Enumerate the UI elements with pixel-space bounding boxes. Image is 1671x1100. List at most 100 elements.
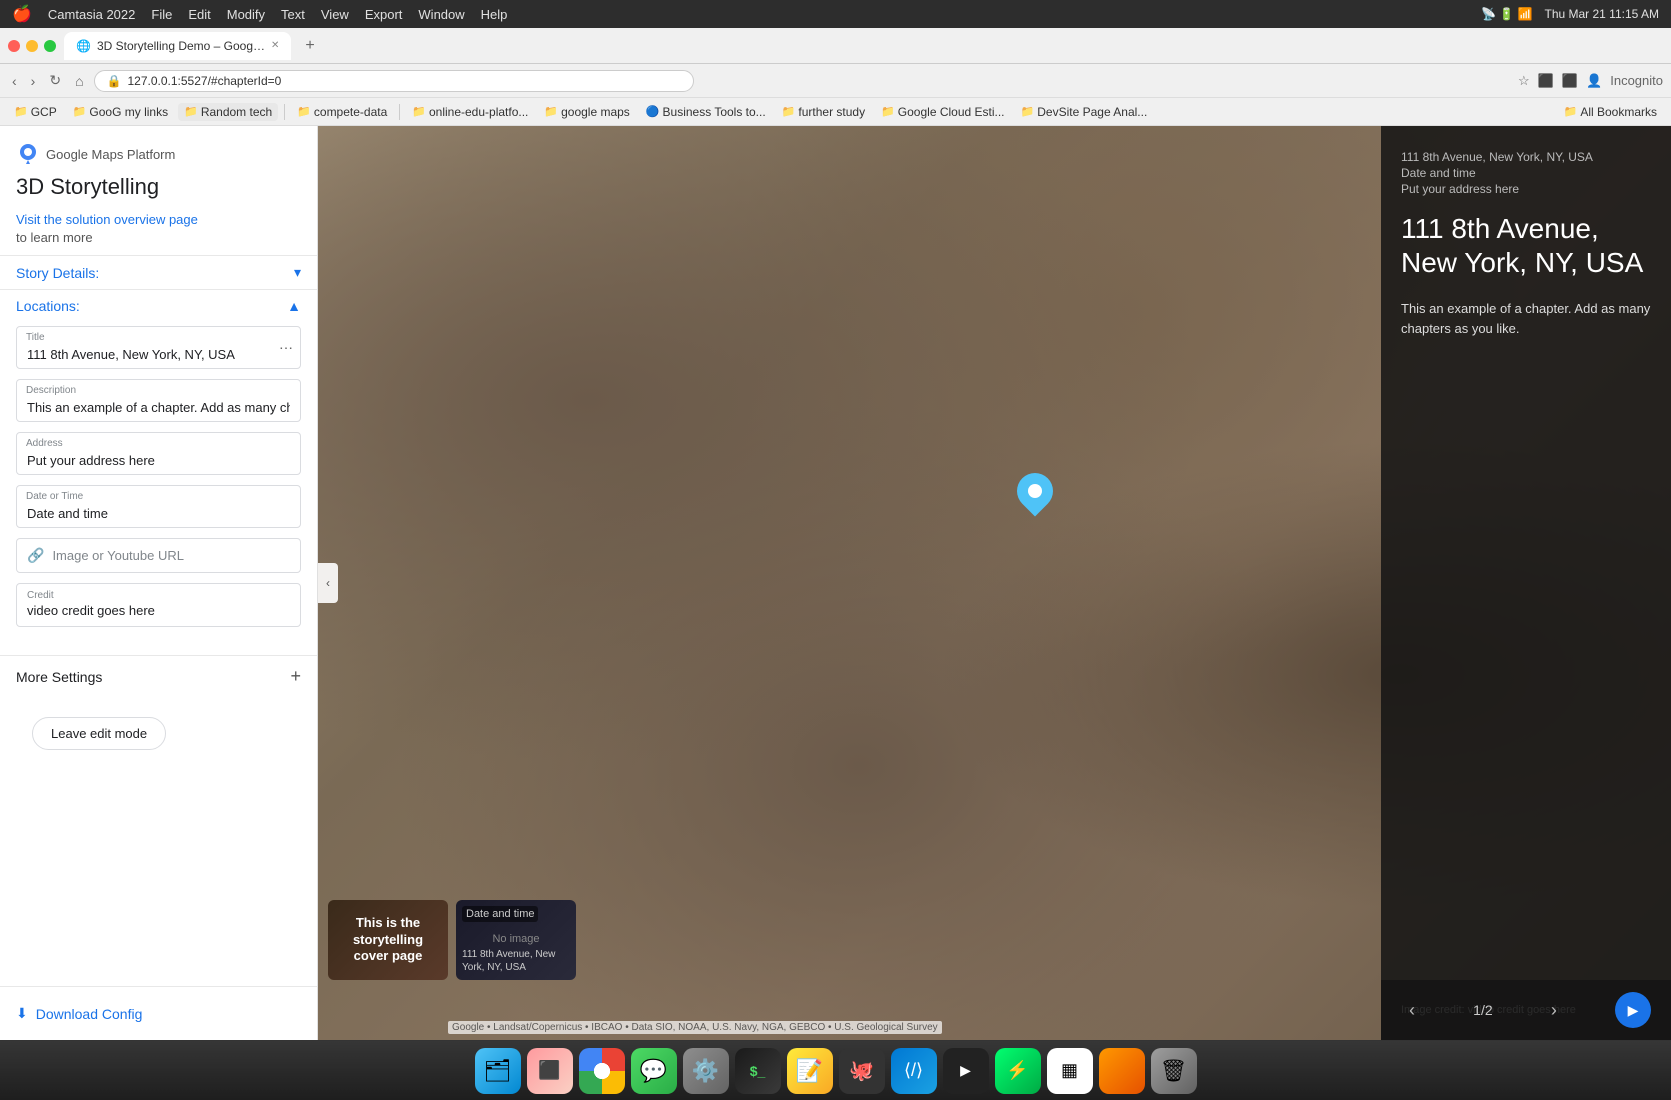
- leave-edit-mode-button[interactable]: Leave edit mode: [32, 717, 166, 750]
- thumbnail-date-label: Date and time: [462, 906, 538, 922]
- bookmark-label: Google Cloud Esti...: [898, 105, 1005, 119]
- page-title: 3D Storytelling: [16, 174, 301, 200]
- bookmark-devsite[interactable]: 📁 DevSite Page Anal...: [1015, 103, 1154, 121]
- dock-trash-icon[interactable]: 🗑: [1151, 1048, 1197, 1094]
- dock-chrome-icon[interactable]: [579, 1048, 625, 1094]
- more-settings-plus-icon[interactable]: +: [290, 666, 301, 687]
- bookmark-google-maps[interactable]: 📁 google maps: [538, 103, 635, 121]
- dock-settings-icon[interactable]: ⚙️: [683, 1048, 729, 1094]
- title-options-icon[interactable]: ⋯: [279, 339, 293, 356]
- panel-header: Google Maps Platform 3D Storytelling Vis…: [0, 126, 317, 255]
- map-area[interactable]: ‹ 111 8th Avenue, New York, NY, USA Date…: [318, 126, 1671, 1040]
- download-icon: ⬇: [16, 1005, 28, 1022]
- date-time-label: Date or Time: [26, 491, 83, 502]
- info-location-label: 111 8th Avenue, New York, NY, USA: [1401, 150, 1651, 164]
- dock-vscode-icon[interactable]: ⟨/⟩: [891, 1048, 937, 1094]
- info-address-large: 111 8th Avenue, New York, NY, USA: [1401, 212, 1651, 279]
- mac-menubar: 🍎 Camtasia 2022 File Edit Modify Text Vi…: [0, 0, 1671, 28]
- bookmark-further-study[interactable]: 📁 further study: [776, 103, 871, 121]
- bookmark-separator-2: [399, 104, 400, 120]
- thumbnail-address-label: 111 8th Avenue, New York, NY, USA: [462, 948, 570, 974]
- minimize-window-button[interactable]: [26, 40, 38, 52]
- google-attribution: Google • Landsat/Copernicus • IBCAO • Da…: [448, 1021, 942, 1034]
- nav-prev-button[interactable]: ‹: [1401, 996, 1423, 1025]
- menu-file[interactable]: File: [151, 7, 172, 22]
- bookmark-business-tools[interactable]: 🔵 Business Tools to...: [640, 103, 772, 121]
- dock-github-icon[interactable]: 🐙: [839, 1048, 885, 1094]
- more-settings-row[interactable]: More Settings +: [0, 655, 317, 697]
- menu-edit[interactable]: Edit: [188, 7, 210, 22]
- bookmark-gcloud-estimate[interactable]: 📁 Google Cloud Esti...: [875, 103, 1010, 121]
- dock-unity-icon[interactable]: ▶: [943, 1048, 989, 1094]
- menu-modify[interactable]: Modify: [227, 7, 265, 22]
- menu-help[interactable]: Help: [481, 7, 508, 22]
- download-config-button[interactable]: ⬇ Download Config: [16, 999, 142, 1028]
- bookmark-label: All Bookmarks: [1580, 105, 1657, 119]
- fullscreen-window-button[interactable]: [44, 40, 56, 52]
- title-input[interactable]: [16, 326, 301, 369]
- tab-favicon: 🌐: [76, 39, 91, 53]
- dock-messages-icon[interactable]: 💬: [631, 1048, 677, 1094]
- locations-chevron-icon: ▲: [287, 298, 301, 314]
- dock-finder-icon[interactable]: 🗂: [475, 1048, 521, 1094]
- menu-window[interactable]: Window: [418, 7, 464, 22]
- page-indicator: 1/2: [1473, 1002, 1492, 1018]
- visit-overview-link[interactable]: Visit the solution overview page: [16, 212, 301, 227]
- bookmark-compete-data[interactable]: 📁 compete-data: [291, 103, 393, 121]
- dock-warp-icon[interactable]: ⚡: [995, 1048, 1041, 1094]
- nav-play-button[interactable]: ▶: [1615, 992, 1651, 1028]
- dock-qr-icon[interactable]: ▦: [1047, 1048, 1093, 1094]
- url-field-label: Image or Youtube URL: [52, 548, 184, 563]
- credit-label: Credit: [27, 590, 290, 601]
- pin-inner: [1028, 484, 1042, 498]
- browser-tab-active[interactable]: 🌐 3D Storytelling Demo – Goog… ✕: [64, 32, 291, 60]
- bookmark-folder-icon: 📁: [184, 105, 198, 118]
- bookmark-goog-links[interactable]: 📁 GooG my links: [67, 103, 174, 121]
- thumbnail-cover-page[interactable]: This is the storytelling cover page: [328, 900, 448, 980]
- cast-icon[interactable]: ⬛: [1538, 73, 1554, 89]
- bookmark-online-edu[interactable]: 📁 online-edu-platfo...: [406, 103, 534, 121]
- bookmark-folder-icon: 📁: [14, 105, 28, 118]
- traffic-lights: [8, 40, 56, 52]
- bookmark-folder-icon: 📁: [412, 105, 426, 118]
- bookmark-all-bookmarks[interactable]: 📁 All Bookmarks: [1558, 103, 1663, 121]
- locations-header[interactable]: Locations: ▲: [16, 298, 301, 314]
- thumbnail-no-image-label: No image: [492, 933, 539, 945]
- more-settings-label: More Settings: [16, 669, 102, 685]
- bookmark-gcp[interactable]: 📁 GCP: [8, 103, 63, 121]
- close-window-button[interactable]: [8, 40, 20, 52]
- bookmark-star-icon[interactable]: ☆: [1518, 73, 1530, 89]
- dock-terminal-icon[interactable]: $_: [735, 1048, 781, 1094]
- menu-text[interactable]: Text: [281, 7, 305, 22]
- nav-next-button[interactable]: ›: [1543, 996, 1565, 1025]
- bookmark-folder-icon: 📁: [1021, 105, 1035, 118]
- profile-icon[interactable]: 👤: [1586, 73, 1602, 89]
- new-tab-button[interactable]: +: [299, 35, 320, 57]
- story-details-section[interactable]: Story Details: ▾: [0, 255, 317, 289]
- menu-view[interactable]: View: [321, 7, 349, 22]
- address-input[interactable]: 🔒 127.0.0.1:5527/#chapterId=0: [94, 70, 694, 92]
- thumbnail-location-page[interactable]: Date and time No image 111 8th Avenue, N…: [456, 900, 576, 980]
- bookmark-label: google maps: [561, 105, 630, 119]
- dock-launchpad-icon[interactable]: ⬛: [527, 1048, 573, 1094]
- system-tray: 📡 🔋 📶: [1481, 7, 1533, 21]
- reload-button[interactable]: ↻: [45, 70, 65, 91]
- play-icon: ▶: [1628, 1002, 1639, 1019]
- bookmark-random-tech[interactable]: 📁 Random tech: [178, 103, 278, 121]
- url-field[interactable]: 🔗 Image or Youtube URL: [16, 538, 301, 573]
- credit-input[interactable]: video credit goes here: [27, 603, 290, 618]
- forward-button[interactable]: ›: [27, 71, 40, 91]
- dock-app-icon[interactable]: [1099, 1048, 1145, 1094]
- apple-menu-icon[interactable]: 🍎: [12, 4, 32, 24]
- extensions-icon[interactable]: ⬛: [1562, 73, 1578, 89]
- back-button[interactable]: ‹: [8, 71, 21, 91]
- panel-collapse-button[interactable]: ‹: [318, 563, 338, 603]
- menu-export[interactable]: Export: [365, 7, 403, 22]
- dock-notes-icon[interactable]: 📝: [787, 1048, 833, 1094]
- url-text: 127.0.0.1:5527/#chapterId=0: [128, 74, 282, 88]
- tab-close-icon[interactable]: ✕: [271, 40, 279, 51]
- credit-field: Credit video credit goes here: [16, 583, 301, 627]
- info-address-small: Put your address here: [1401, 182, 1651, 196]
- home-button[interactable]: ⌂: [71, 71, 87, 91]
- bookmark-label: GCP: [31, 105, 57, 119]
